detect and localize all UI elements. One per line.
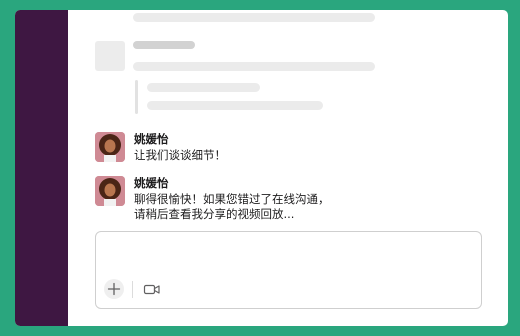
message-text: 聊得很愉快！如果您错过了在线沟通， 请稍后查看我分享的视频回放...: [134, 192, 330, 222]
message-item: 姚媛怡 让我们谈谈细节！: [95, 132, 495, 166]
placeholder-line: [147, 101, 323, 110]
message-text: 让我们谈谈细节！: [134, 148, 226, 163]
sender-name[interactable]: 姚媛怡: [134, 175, 169, 191]
message-line: 请稍后查看我分享的视频回放...: [134, 207, 295, 221]
toolbar-divider: [132, 281, 133, 298]
sender-name[interactable]: 姚媛怡: [134, 131, 169, 147]
add-attachment-button[interactable]: [104, 279, 124, 299]
avatar[interactable]: [95, 132, 125, 162]
plus-icon: [107, 282, 121, 296]
placeholder-name: [133, 41, 195, 49]
message-item: 姚媛怡 聊得很愉快！如果您错过了在线沟通， 请稍后查看我分享的视频回放...: [95, 176, 495, 226]
placeholder-quote-bar: [135, 80, 138, 114]
workspace-sidebar: [15, 10, 68, 326]
message-line: 聊得很愉快！如果您错过了在线沟通，: [134, 192, 330, 206]
avatar[interactable]: [95, 176, 125, 206]
placeholder-line: [133, 62, 375, 71]
video-camera-icon: [143, 284, 160, 295]
message-pane: 姚媛怡 让我们谈谈细节！ 姚媛怡 聊得很愉快！如果您错过了在线沟通， 请稍后查看…: [68, 10, 508, 326]
placeholder-avatar: [95, 41, 125, 71]
message-line: 让我们谈谈细节！: [134, 148, 226, 162]
message-composer: [95, 231, 482, 309]
placeholder-line: [133, 13, 375, 22]
record-video-button[interactable]: [142, 281, 162, 298]
app-window: 姚媛怡 让我们谈谈细节！ 姚媛怡 聊得很愉快！如果您错过了在线沟通， 请稍后查看…: [15, 10, 508, 326]
avatar-portrait-icon: [95, 176, 125, 206]
placeholder-line: [147, 83, 260, 92]
message-input[interactable]: [106, 240, 471, 266]
avatar-portrait-icon: [95, 132, 125, 162]
